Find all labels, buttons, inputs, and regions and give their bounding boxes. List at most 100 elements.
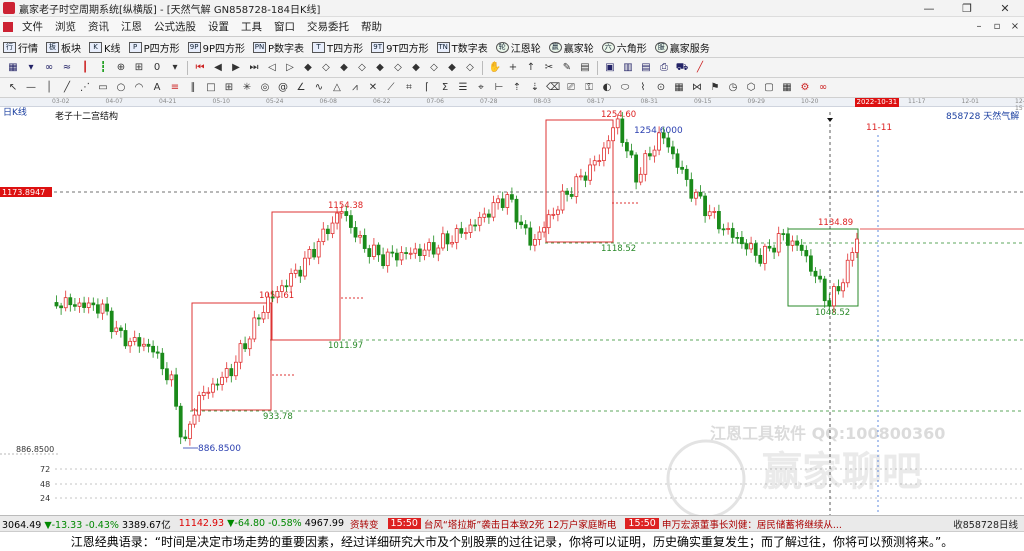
hline-icon[interactable]: —: [24, 81, 38, 95]
forward-icon[interactable]: ▷: [283, 61, 297, 75]
diamond9-icon[interactable]: ◆: [445, 61, 459, 75]
menu-formula[interactable]: 公式选股: [148, 19, 202, 34]
kline-chart[interactable]: 江恩工具软件 QQ:100800360 赢家聊吧 日K线 老子十二宫结构 858…: [0, 107, 1024, 515]
node-icon[interactable]: ⊙: [654, 81, 668, 95]
angle-icon[interactable]: ∠: [294, 81, 308, 95]
hand-icon[interactable]: ✋: [488, 61, 502, 75]
save-icon[interactable]: ▥: [621, 61, 635, 75]
diamond6-icon[interactable]: ◇: [391, 61, 405, 75]
flag-icon[interactable]: ⚑: [708, 81, 722, 95]
wave-icon[interactable]: ≈: [60, 61, 74, 75]
lock-icon[interactable]: ⚿: [582, 81, 596, 95]
pointer-icon[interactable]: ↖: [6, 81, 20, 95]
news-item-1[interactable]: 台风“塔拉斯”袭击日本致2死 12万户家庭断电: [424, 517, 617, 531]
line2-icon[interactable]: ⟋: [384, 81, 398, 95]
delete-icon[interactable]: ⌫: [546, 81, 560, 95]
candle-icon[interactable]: ┃: [78, 61, 92, 75]
sector-button[interactable]: 板板块: [46, 40, 81, 55]
sum-icon[interactable]: Σ: [438, 81, 452, 95]
next-icon[interactable]: ▶: [229, 61, 243, 75]
menu-gann[interactable]: 江恩: [115, 19, 148, 34]
clock-icon[interactable]: ◷: [726, 81, 740, 95]
table-icon[interactable]: ▦: [672, 81, 686, 95]
infinity-icon[interactable]: ∞: [816, 81, 830, 95]
doc-icon[interactable]: ▤: [639, 61, 653, 75]
ellipse-icon[interactable]: ⬭: [618, 81, 632, 95]
9t-square-button[interactable]: 9T 9T四方形: [371, 40, 429, 55]
p-square-button[interactable]: P P四方形: [128, 40, 180, 55]
photo-icon[interactable]: ▣: [603, 61, 617, 75]
prev-icon[interactable]: ◀: [211, 61, 225, 75]
p-number-button[interactable]: PN P数字表: [253, 40, 304, 55]
gann-icon[interactable]: ⌗: [402, 81, 416, 95]
ruler-icon[interactable]: ⊢: [492, 81, 506, 95]
spiral-icon[interactable]: @: [276, 81, 290, 95]
color-icon[interactable]: ◐: [600, 81, 614, 95]
zero-icon[interactable]: 0: [150, 61, 164, 75]
back-icon[interactable]: ◁: [265, 61, 279, 75]
fan-icon[interactable]: ⋰: [78, 81, 92, 95]
link-icon[interactable]: ∞: [42, 61, 56, 75]
quote-button[interactable]: 行行情: [3, 40, 38, 55]
child-close-icon[interactable]: ×: [1006, 21, 1024, 32]
grid3-icon[interactable]: ▦: [780, 81, 794, 95]
child-minimize-icon[interactable]: –: [970, 21, 988, 32]
arrow-up-icon[interactable]: ↑: [524, 61, 538, 75]
square-icon[interactable]: □: [204, 81, 218, 95]
diamond4-icon[interactable]: ◇: [355, 61, 369, 75]
grid-icon[interactable]: ▦: [6, 61, 20, 75]
calc-icon[interactable]: ▤: [578, 61, 592, 75]
menu-browse[interactable]: 浏览: [49, 19, 82, 34]
down-menu-icon[interactable]: ▾: [24, 61, 38, 75]
cycle-icon[interactable]: ⊕: [114, 61, 128, 75]
diamond7-icon[interactable]: ◆: [409, 61, 423, 75]
t-number-button[interactable]: TN T数字表: [436, 40, 488, 55]
star-icon[interactable]: ✳: [240, 81, 254, 95]
minimize-icon[interactable]: —: [910, 2, 948, 15]
menu-window[interactable]: 窗口: [268, 19, 301, 34]
dropdown-icon[interactable]: ▾: [168, 61, 182, 75]
print-icon[interactable]: ⎙: [657, 61, 671, 75]
index-sz[interactable]: 11142.93 ▼-64.80 -0.58% 4967.99: [179, 518, 344, 529]
channel-icon[interactable]: ∥: [186, 81, 200, 95]
car-icon[interactable]: ⛟: [675, 61, 689, 75]
box-icon[interactable]: ▭: [96, 81, 110, 95]
cross-icon[interactable]: +: [506, 61, 520, 75]
diamond-icon[interactable]: ◆: [301, 61, 315, 75]
diamond10-icon[interactable]: ◇: [463, 61, 477, 75]
hex-icon[interactable]: ⬡: [744, 81, 758, 95]
menu-tools[interactable]: 工具: [235, 19, 268, 34]
9p-square-button[interactable]: 9P 9P四方形: [187, 40, 245, 55]
close-icon[interactable]: ✕: [986, 2, 1024, 15]
eraser-icon[interactable]: ⎚: [564, 81, 578, 95]
pen-icon[interactable]: ✎: [560, 61, 574, 75]
bracket-icon[interactable]: ⌈: [420, 81, 434, 95]
mon-icon[interactable]: ▢: [762, 81, 776, 95]
index-sh[interactable]: 3064.49 ▼-13.33 -0.43% 3389.67亿: [2, 517, 171, 531]
fib-icon[interactable]: ≡: [168, 81, 182, 95]
hexagon-button[interactable]: 六六角形: [601, 40, 647, 55]
vline-icon[interactable]: │: [42, 81, 56, 95]
gann-wheel-button[interactable]: 轮江恩轮: [495, 40, 541, 55]
diamond8-icon[interactable]: ◇: [427, 61, 441, 75]
diamond5-icon[interactable]: ◆: [373, 61, 387, 75]
first-icon[interactable]: ⏮: [193, 61, 207, 75]
cycle2-icon[interactable]: ◎: [258, 81, 272, 95]
circle-icon[interactable]: ○: [114, 81, 128, 95]
diamond3-icon[interactable]: ◆: [337, 61, 351, 75]
split-icon[interactable]: ⊞: [132, 61, 146, 75]
news-item-2[interactable]: 申万宏源董事长刘健：居民储蓄将继续从...: [662, 517, 842, 531]
dn2-icon[interactable]: ⇣: [528, 81, 542, 95]
menu-trade[interactable]: 交易委托: [301, 19, 355, 34]
mark-icon[interactable]: ⌖: [474, 81, 488, 95]
maximize-icon[interactable]: ❐: [948, 2, 986, 15]
cross2-icon[interactable]: ✕: [366, 81, 380, 95]
menu-file[interactable]: 文件: [16, 19, 49, 34]
tri-icon[interactable]: △: [330, 81, 344, 95]
news-prefix[interactable]: 资转变: [350, 517, 379, 531]
diamond2-icon[interactable]: ◇: [319, 61, 333, 75]
menu-news[interactable]: 资讯: [82, 19, 115, 34]
kline-button[interactable]: K K线: [89, 40, 121, 55]
lines-icon[interactable]: ☰: [456, 81, 470, 95]
menu-settings[interactable]: 设置: [202, 19, 235, 34]
